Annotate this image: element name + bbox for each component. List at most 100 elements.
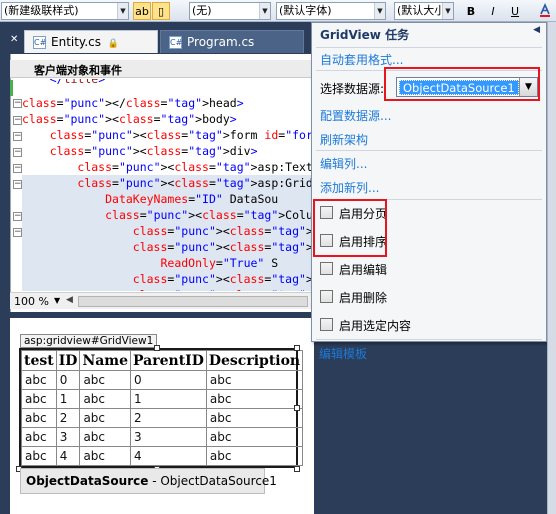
fold-toggle-icon[interactable]: − xyxy=(13,116,22,125)
cs-file-icon: C# xyxy=(33,36,47,49)
table-cell: abc xyxy=(205,370,304,390)
highlight-datasource xyxy=(384,67,540,101)
column-header: ID xyxy=(55,350,81,371)
fold-toggle-icon[interactable]: − xyxy=(13,132,22,141)
table-cell: 1 xyxy=(130,389,207,409)
table-cell: 0 xyxy=(55,370,81,390)
font-combo[interactable]: (默认字体) ▼ xyxy=(276,2,386,20)
table-row: abc 4 abc 4 abc xyxy=(21,446,304,466)
table-cell: abc xyxy=(205,446,304,466)
code-line[interactable]: ReadOnly="True" S xyxy=(22,255,314,271)
underline-button[interactable]: U xyxy=(506,2,524,20)
collapse-icon[interactable]: ◀ xyxy=(533,25,540,35)
italic-label: I xyxy=(491,5,495,18)
scrollbar-thumb[interactable] xyxy=(78,296,308,307)
table-cell: abc xyxy=(21,427,57,447)
bold-button[interactable]: B xyxy=(462,2,480,20)
right-dock-strip xyxy=(547,22,556,514)
fold-toggle-icon[interactable]: − xyxy=(13,212,22,221)
table-cell: 4 xyxy=(55,446,81,466)
chevron-down-icon[interactable]: ▼ xyxy=(374,3,385,19)
table-cell: abc xyxy=(79,408,132,428)
code-line[interactable]: class="punc"><class="tag">asp:BoundField… xyxy=(22,239,314,255)
table-cell: abc xyxy=(79,389,132,409)
table-cell: abc xyxy=(79,446,132,466)
table-row: abc 3 abc 3 abc xyxy=(21,427,304,447)
code-line[interactable]: class="punc"><class="tag">asp:BoundField… xyxy=(22,271,314,287)
style-builder-button[interactable]: ab xyxy=(133,2,151,20)
code-area[interactable]: </title> class="punc"></class="tag">head>… xyxy=(22,79,314,291)
size-combo[interactable]: (默认大小 ▼ xyxy=(394,2,454,20)
refresh-schema-link[interactable]: 刷新架构 xyxy=(320,131,368,148)
font-combo-value: (默认字体) xyxy=(279,4,332,17)
code-line[interactable]: class="punc"><class="tag">asp:TextBox ID… xyxy=(22,159,314,175)
scroll-left-icon[interactable]: ◀ xyxy=(66,295,73,305)
code-line[interactable]: class="punc"><class="tag">asp:BoundField… xyxy=(22,287,314,291)
fold-toggle-icon[interactable]: − xyxy=(13,164,22,173)
fold-toggle-icon[interactable]: − xyxy=(13,99,22,108)
code-line[interactable]: class="punc"><class="tag">body> xyxy=(22,111,314,127)
new-style-button[interactable]: ▯ xyxy=(152,2,170,20)
auto-format-link[interactable]: 自动套用格式... xyxy=(320,51,403,68)
table-row: abc 0 abc 0 abc xyxy=(21,370,304,390)
resize-handle[interactable] xyxy=(294,466,300,472)
font-color-icon[interactable] xyxy=(536,2,554,20)
table-cell: abc xyxy=(21,370,57,390)
navigation-bar[interactable]: 客户端对象和事件 xyxy=(10,60,314,78)
fold-toggle-icon[interactable]: − xyxy=(13,148,22,157)
table-cell: 2 xyxy=(130,408,207,428)
italic-button[interactable]: I xyxy=(484,2,502,20)
table-cell: 1 xyxy=(55,389,81,409)
table-cell: abc xyxy=(21,389,57,409)
code-line[interactable]: class="punc"><class="tag">asp:GridView I… xyxy=(22,175,314,191)
gridview-tag-label[interactable]: asp:gridview#GridView1 xyxy=(20,334,158,348)
resize-handle[interactable] xyxy=(294,345,300,351)
size-combo-value: (默认大小 xyxy=(397,4,446,17)
code-line[interactable]: class="punc"><class="tag">form id="form1… xyxy=(22,127,314,143)
chevron-down-icon[interactable]: ▼ xyxy=(259,3,270,19)
add-column-link[interactable]: 添加新列... xyxy=(320,179,379,196)
bold-label: B xyxy=(466,5,476,18)
fold-toggle-icon[interactable]: − xyxy=(13,180,22,189)
chevron-down-icon[interactable]: ▼ xyxy=(54,296,60,305)
table-cell: abc xyxy=(21,408,57,428)
highlight-paging-sorting xyxy=(313,199,387,257)
enable-selection-checkbox[interactable] xyxy=(320,318,333,331)
ods-id: - ObjectDataSource1 xyxy=(148,474,277,488)
block-format-value: (无) xyxy=(192,4,212,17)
resize-handle[interactable] xyxy=(294,405,300,411)
code-line[interactable]: class="punc"><class="tag">div> xyxy=(22,143,314,159)
code-line[interactable]: class="punc"><class="tag">asp:BoundField… xyxy=(22,223,314,239)
table-cell: abc xyxy=(21,446,57,466)
style-combo[interactable]: (新建级联样式) ▼ xyxy=(1,2,129,20)
horizontal-scrollbar[interactable]: 100 % ▼ ◀ xyxy=(10,292,314,309)
tab-program-cs[interactable]: C# Program.cs xyxy=(160,30,304,53)
resize-handle[interactable] xyxy=(154,345,160,351)
code-line[interactable]: class="punc"><class="tag">Columns> xyxy=(22,207,314,223)
code-line[interactable]: DataKeyNames="ID" DataSou xyxy=(22,191,314,207)
table-row: abc 1 abc 1 abc xyxy=(21,389,304,409)
column-header: test xyxy=(21,350,57,371)
enable-editing-checkbox[interactable] xyxy=(320,262,333,275)
code-line[interactable]: </title> xyxy=(22,79,314,87)
block-format-combo[interactable]: (无) ▼ xyxy=(189,2,271,20)
style-combo-value: (新建级联样式) xyxy=(4,4,79,17)
fold-toggle-icon[interactable]: − xyxy=(13,228,22,237)
table-cell: abc xyxy=(205,408,304,428)
column-header: Name xyxy=(79,350,132,371)
edit-columns-link[interactable]: 编辑列... xyxy=(320,155,367,172)
chevron-down-icon[interactable]: ▼ xyxy=(117,3,128,19)
tab-entity-cs[interactable]: C# Entity.cs 🔒 xyxy=(24,30,158,53)
configure-datasource-link[interactable]: 配置数据源... xyxy=(320,107,391,124)
lock-icon: 🔒 xyxy=(107,39,120,49)
table-cell: 2 xyxy=(55,408,81,428)
enable-deleting-checkbox[interactable] xyxy=(320,290,333,303)
code-line[interactable]: class="punc"></class="tag">head> xyxy=(22,95,314,111)
edit-templates-link[interactable]: 编辑模板 xyxy=(319,345,367,362)
enable-deleting-label: 启用删除 xyxy=(339,291,388,305)
gridview-preview[interactable]: test ID Name ParentID Description abc 0 abc 0 ab… xyxy=(19,348,304,468)
change-indicator xyxy=(10,80,13,96)
objectdatasource-control[interactable]: ObjectDataSource - ObjectDataSource1 xyxy=(20,468,277,494)
zoom-level[interactable]: 100 % xyxy=(14,295,49,308)
chevron-down-icon[interactable]: ▼ xyxy=(442,3,453,19)
